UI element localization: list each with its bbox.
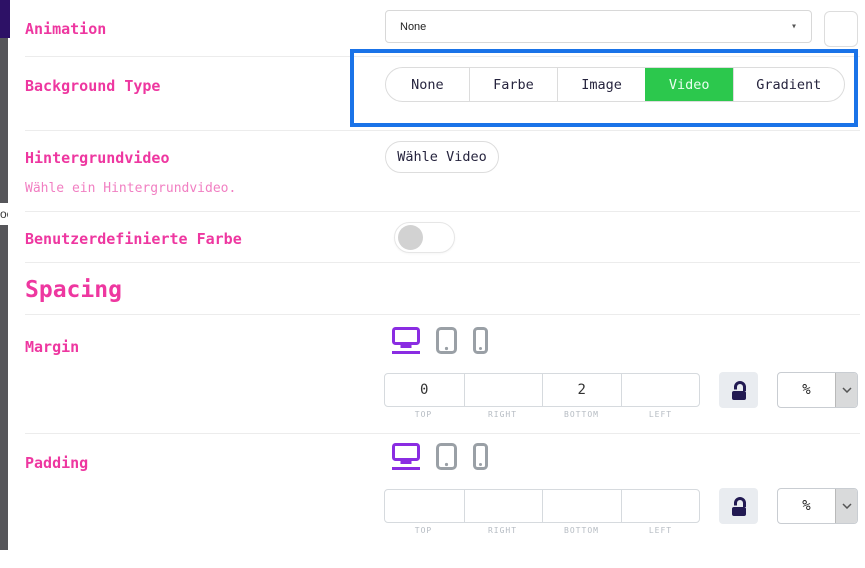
margin-right-input[interactable] <box>465 374 543 406</box>
margin-right-cell <box>464 374 543 406</box>
right-field-label: RIGHT <box>463 410 542 419</box>
mobile-icon[interactable] <box>473 327 488 354</box>
active-device-underline <box>392 351 420 354</box>
mobile-icon[interactable] <box>473 443 488 470</box>
custom-color-label: Benutzerdefinierte Farbe <box>25 230 242 248</box>
background-type-button-group: None Farbe Image Video Gradient <box>385 67 845 102</box>
background-type-option-farbe[interactable]: Farbe <box>469 68 558 101</box>
padding-unit-value: % <box>778 489 835 523</box>
margin-left-cell <box>621 374 700 406</box>
padding-top-input[interactable] <box>385 490 464 522</box>
background-video-label: Hintergrundvideo <box>25 149 170 167</box>
margin-inputs <box>384 373 700 407</box>
top-field-label: TOP <box>384 526 463 535</box>
margin-label: Margin <box>25 338 79 356</box>
margin-device-switcher <box>392 327 488 354</box>
unlock-icon <box>729 496 749 517</box>
margin-left-input[interactable] <box>622 374 700 406</box>
padding-bottom-cell <box>542 490 621 522</box>
padding-left-input[interactable] <box>622 490 700 522</box>
left-field-label: LEFT <box>621 410 700 419</box>
background-type-option-video[interactable]: Video <box>645 68 733 101</box>
padding-label: Padding <box>25 454 88 472</box>
padding-device-switcher <box>392 443 488 470</box>
divider <box>25 433 860 434</box>
margin-bottom-input[interactable] <box>543 374 621 406</box>
margin-unit-value: % <box>778 373 835 407</box>
padding-field-labels: TOP RIGHT BOTTOM LEFT <box>384 526 700 535</box>
chevron-down-icon <box>835 373 857 407</box>
margin-top-cell <box>385 374 464 406</box>
padding-top-cell <box>385 490 464 522</box>
edge-strip-purple <box>0 0 10 38</box>
padding-inputs <box>384 489 700 523</box>
divider <box>25 56 860 57</box>
bottom-field-label: BOTTOM <box>542 526 621 535</box>
desktop-icon[interactable] <box>392 443 420 470</box>
divider <box>25 211 860 212</box>
active-device-underline <box>392 467 420 470</box>
clipped-underlying-text: oc <box>0 203 8 225</box>
animation-dropdown[interactable]: None ▾ <box>385 10 812 43</box>
background-type-option-none[interactable]: None <box>386 68 469 101</box>
padding-link-values-button[interactable] <box>719 488 758 524</box>
edge-strip-gray <box>0 38 8 550</box>
animation-label: Animation <box>25 20 106 38</box>
background-video-description: Wähle ein Hintergrundvideo. <box>25 181 236 196</box>
animation-dropdown-value: None <box>400 21 426 33</box>
unlock-icon <box>729 380 749 401</box>
padding-right-cell <box>464 490 543 522</box>
margin-bottom-cell <box>542 374 621 406</box>
spacing-heading: Spacing <box>25 277 122 303</box>
custom-color-toggle[interactable] <box>394 222 455 253</box>
small-square-button[interactable] <box>824 11 858 47</box>
padding-right-input[interactable] <box>465 490 543 522</box>
left-field-label: LEFT <box>621 526 700 535</box>
choose-video-button[interactable]: Wähle Video <box>385 141 499 173</box>
divider <box>25 130 860 131</box>
margin-top-input[interactable] <box>385 374 464 406</box>
toggle-knob <box>398 225 423 250</box>
divider <box>25 262 860 263</box>
margin-link-values-button[interactable] <box>719 372 758 408</box>
padding-unit-select[interactable]: % <box>777 488 858 524</box>
divider <box>25 314 860 315</box>
top-field-label: TOP <box>384 410 463 419</box>
chevron-down-icon <box>835 489 857 523</box>
padding-bottom-input[interactable] <box>543 490 621 522</box>
tablet-icon[interactable] <box>436 327 457 354</box>
margin-unit-select[interactable]: % <box>777 372 858 408</box>
bottom-field-label: BOTTOM <box>542 410 621 419</box>
right-field-label: RIGHT <box>463 526 542 535</box>
background-type-option-gradient[interactable]: Gradient <box>733 68 845 101</box>
desktop-icon[interactable] <box>392 327 420 354</box>
chevron-down-icon: ▾ <box>791 21 797 32</box>
tablet-icon[interactable] <box>436 443 457 470</box>
background-type-option-image[interactable]: Image <box>557 68 645 101</box>
padding-left-cell <box>621 490 700 522</box>
background-type-label: Background Type <box>25 77 160 95</box>
margin-field-labels: TOP RIGHT BOTTOM LEFT <box>384 410 700 419</box>
